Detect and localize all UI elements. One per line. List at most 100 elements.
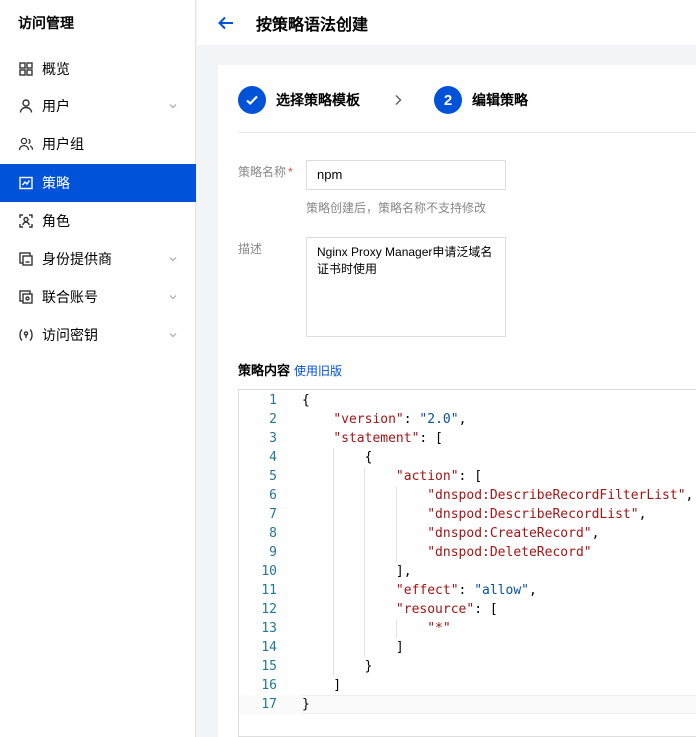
code-line: 11 "effect": "allow", [239,581,696,600]
sidebar-item-identity-providers[interactable]: 身份提供商 [0,240,196,278]
code-line: 1{ [239,391,696,410]
role-icon [18,213,34,229]
code-text: ] [302,640,404,655]
line-number: 14 [261,640,277,655]
chevron-down-icon[interactable] [168,254,178,264]
step-2-number: 2 [434,86,462,114]
sidebar-item-users[interactable]: 用户 [0,87,196,125]
sidebar-item-overview[interactable]: 概览 [0,50,196,88]
line-number: 6 [269,488,277,503]
chevron-down-icon[interactable] [168,292,178,302]
sidebar-item-label: 角色 [42,213,70,229]
line-number: 12 [261,602,277,617]
policy-icon [18,175,34,191]
code-text: { [302,450,373,465]
policy-content-title: 策略内容 使用旧版 [238,363,343,378]
policy-name-hint: 策略创建后，策略名称不支持修改 [306,201,487,215]
code-line: 16 ] [239,676,696,695]
code-text: "version": "2.0", [333,412,467,427]
sidebar: 访问管理 概览 用户 用户组 策略 角色 身份提供商 联合账号 访问密钥 [0,0,196,737]
code-text: "effect": "allow", [395,583,537,598]
line-number: 4 [269,450,277,465]
chevron-right-icon [392,94,404,106]
code-text: ], [302,564,412,579]
code-line: 7 "dnspod:DescribeRecordList", [239,505,696,524]
step-2-label: 编辑策略 [472,92,528,108]
code-line: 2 "version": "2.0", [239,410,696,429]
code-text: "*" [427,621,451,636]
description-textarea[interactable]: Nginx Proxy Manager申请泛域名证书时使用 [306,237,506,337]
line-number: 17 [261,697,277,712]
code-line: 12 "resource": [ [239,600,696,619]
code-line: 4 { [239,448,696,467]
code-line: 6 "dnspod:DescribeRecordFilterList", [239,486,696,505]
policy-code-editor[interactable]: 1{2 "version": "2.0", 3 "statement": [4 {… [238,389,696,737]
line-number: 1 [269,393,277,408]
access-key-icon [18,327,34,343]
code-line: 9 "dnspod:DeleteRecord" [239,543,696,562]
identity-provider-icon [18,251,34,267]
divider [238,132,696,133]
sidebar-item-policies[interactable]: 策略 [0,164,196,202]
code-text: } [302,697,310,712]
sidebar-item-label: 身份提供商 [42,251,112,267]
code-text: "dnspod:DeleteRecord" [427,545,592,560]
description-label: 描述 [238,242,263,256]
code-line: 10 ], [239,562,696,581]
required-mark: * [288,165,293,179]
sidebar-item-label: 联合账号 [42,289,98,305]
code-line: 3 "statement": [ [239,429,696,448]
code-text: "dnspod:DescribeRecordFilterList", [427,488,694,503]
line-number: 15 [261,659,277,674]
page-header: 按策略语法创建 [197,0,696,45]
sidebar-item-access-keys[interactable]: 访问密钥 [0,316,196,354]
sidebar-item-label: 访问密钥 [42,327,98,343]
policy-name-input[interactable]: npm [306,160,506,190]
chevron-down-icon[interactable] [168,101,178,111]
code-line: 13 "*" [239,619,696,638]
code-text: ] [302,678,342,693]
code-line: 14 ] [239,638,696,657]
code-text: "dnspod:CreateRecord", [427,526,600,541]
sidebar-item-label: 策略 [42,175,70,191]
user-icon [18,98,34,114]
chevron-down-icon[interactable] [168,330,178,340]
page-title: 按策略语法创建 [256,16,369,34]
code-text: "resource": [ [395,602,498,617]
code-text: "dnspod:DescribeRecordList", [427,507,647,522]
line-number: 10 [261,564,277,579]
sidebar-item-roles[interactable]: 角色 [0,202,196,240]
line-number: 3 [269,431,277,446]
code-line: 5 "action": [ [239,467,696,486]
back-arrow-icon[interactable] [214,11,238,35]
sidebar-item-federated-accounts[interactable]: 联合账号 [0,278,196,316]
step-indicator: 选择策略模板 2 编辑策略 [238,85,528,115]
code-text: "action": [ [395,469,483,484]
policy-name-label: 策略名称 * [238,165,293,179]
policy-form-card: 选择策略模板 2 编辑策略 策略名称 * npm 策略创建后，策略名称不支持修改 … [218,65,696,737]
line-number: 11 [261,583,277,598]
code-text: "statement": [ [333,431,443,446]
sidebar-item-user-groups[interactable]: 用户组 [0,125,196,163]
line-number: 16 [261,678,277,693]
code-text: { [302,393,310,408]
step-complete-check-icon [238,86,266,114]
grid-icon [18,61,34,77]
sidebar-item-label: 概览 [42,61,70,77]
code-line: 17} [239,695,696,714]
code-text: } [302,659,373,674]
use-legacy-link[interactable]: 使用旧版 [294,364,342,378]
line-number: 5 [269,469,277,484]
code-line: 8 "dnspod:CreateRecord", [239,524,696,543]
user-group-icon [18,136,34,152]
line-number: 7 [269,507,277,522]
sidebar-title: 访问管理 [18,15,74,31]
code-line: 15 } [239,657,696,676]
sidebar-item-label: 用户组 [42,136,84,152]
federated-account-icon [18,289,34,305]
line-number: 13 [261,621,277,636]
line-number: 2 [269,412,277,427]
sidebar-item-label: 用户 [42,98,70,114]
line-number: 8 [269,526,277,541]
step-1-label: 选择策略模板 [276,92,360,108]
